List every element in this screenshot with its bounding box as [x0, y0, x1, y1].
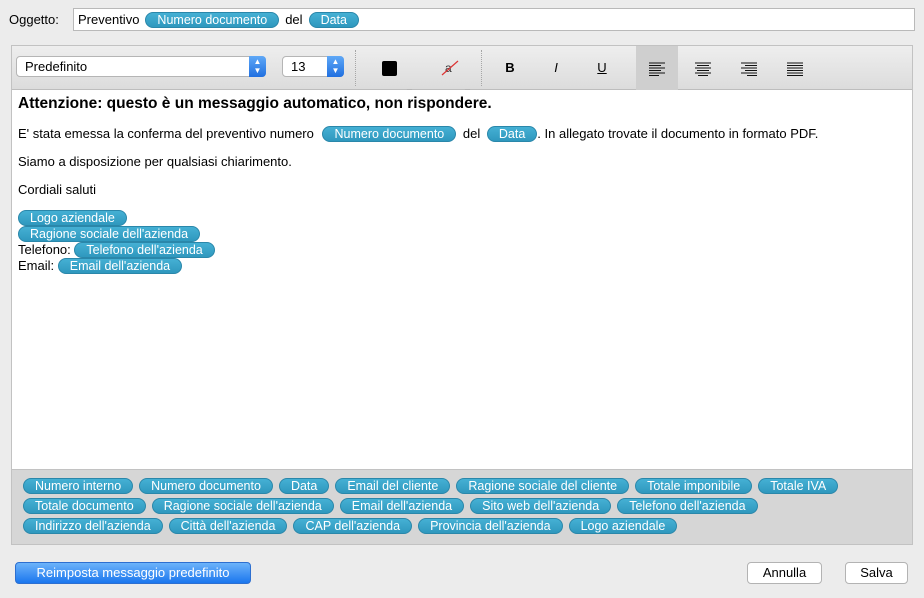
toolbar-separator: [481, 50, 482, 86]
placeholder-chip[interactable]: Totale IVA: [758, 478, 839, 494]
placeholder-chip[interactable]: Data: [278, 478, 330, 494]
subject-text-before: Preventivo: [78, 12, 140, 27]
align-justify-button[interactable]: [774, 46, 816, 90]
underline-button[interactable]: U: [581, 46, 623, 90]
underline-label: U: [597, 60, 607, 75]
placeholder-palette: Numero interno Numero documento Data Ema…: [12, 472, 912, 544]
placeholder-chip[interactable]: Totale documento: [23, 498, 146, 514]
cancel-button[interactable]: Annulla: [747, 562, 822, 584]
placeholder-chip[interactable]: Totale imponibile: [635, 478, 753, 494]
toolbar-separator: [355, 50, 356, 86]
text-color-button[interactable]: ▼: [369, 46, 419, 97]
sig-token-email[interactable]: Email dell'azienda: [57, 258, 183, 274]
font-family-stepper-icon: ▲ ▼: [249, 56, 266, 77]
align-left-button[interactable]: [636, 46, 678, 90]
placeholder-chip[interactable]: Telefono dell'azienda: [617, 498, 758, 514]
placeholder-chip[interactable]: Logo aziendale: [568, 518, 678, 534]
bold-button[interactable]: B: [489, 46, 531, 90]
reset-default-message-button[interactable]: Reimposta messaggio predefinito: [15, 562, 251, 584]
font-size-value: 13: [291, 59, 306, 74]
placeholder-chip[interactable]: Ragione sociale del cliente: [456, 478, 630, 494]
sig-email-label: Email:: [18, 258, 55, 273]
placeholder-chip[interactable]: Sito web dell'azienda: [470, 498, 612, 514]
italic-button[interactable]: I: [535, 46, 577, 90]
placeholder-chip[interactable]: Città dell'azienda: [168, 518, 288, 534]
align-justify-icon: [787, 62, 803, 76]
highlight-color-button[interactable]: a ▼: [426, 46, 476, 97]
placeholder-chip[interactable]: Email dell'azienda: [339, 498, 465, 514]
message-paragraph: Cordiali saluti: [18, 182, 97, 197]
sig-token-logo[interactable]: Logo aziendale: [18, 210, 127, 226]
message-heading: Attenzione: questo è un messaggio automa…: [18, 95, 492, 112]
align-center-icon: [695, 62, 711, 76]
message-paragraph: Siamo a disposizione per qualsiasi chiar…: [18, 154, 292, 169]
highlight-color-icon: a: [441, 60, 459, 76]
bold-label: B: [505, 60, 515, 75]
subject-text-middle: del: [285, 12, 303, 27]
placeholder-chip[interactable]: Numero documento: [139, 478, 273, 494]
subject-row: Oggetto: Preventivo Numero documento del…: [0, 0, 924, 40]
sig-phone-label: Telefono:: [18, 242, 71, 257]
placeholder-chip[interactable]: Indirizzo dell'azienda: [23, 518, 163, 534]
font-size-stepper-icon: ▲ ▼: [327, 56, 344, 77]
font-size-select[interactable]: 13 ▲ ▼: [282, 56, 344, 77]
save-button[interactable]: Salva: [845, 562, 908, 584]
placeholder-chip[interactable]: Email del cliente: [335, 478, 451, 494]
placeholder-chip[interactable]: Numero interno: [23, 478, 134, 494]
subject-field[interactable]: Preventivo Numero documento del Data: [73, 8, 915, 31]
placeholder-chip[interactable]: Provincia dell'azienda: [418, 518, 563, 534]
align-center-button[interactable]: [682, 46, 724, 90]
editor-frame: Predefinito ▲▼ 13 ▲▼ ▼ a ▼ B I U: [11, 45, 913, 545]
signature-block: Logo aziendale Ragione sociale dell'azie…: [18, 210, 906, 274]
align-right-button[interactable]: [728, 46, 770, 90]
message-text: E' stata emessa la conferma del preventi…: [18, 126, 314, 141]
svg-text:a: a: [445, 61, 452, 75]
placeholder-chip[interactable]: CAP dell'azienda: [293, 518, 413, 534]
message-text: . In allegato trovate il documento in fo…: [537, 126, 819, 141]
formatting-toolbar: Predefinito ▲▼ 13 ▲▼ ▼ a ▼ B I U: [12, 46, 912, 97]
message-paragraph: E' stata emessa la conferma del preventi…: [18, 125, 906, 142]
body-token-document-number[interactable]: Numero documento: [322, 126, 457, 142]
font-family-value: Predefinito: [25, 59, 88, 74]
text-color-swatch: [382, 61, 397, 76]
sig-token-company[interactable]: Ragione sociale dell'azienda: [18, 226, 201, 242]
message-text: del: [462, 126, 481, 141]
subject-token-document-number[interactable]: Numero documento: [145, 11, 280, 28]
sig-token-phone[interactable]: Telefono dell'azienda: [74, 242, 215, 258]
placeholder-chip[interactable]: Ragione sociale dell'azienda: [151, 498, 334, 514]
body-token-date[interactable]: Data: [486, 126, 538, 142]
message-body-editor[interactable]: Attenzione: questo è un messaggio automa…: [12, 90, 912, 470]
align-right-icon: [741, 62, 757, 76]
subject-token-date[interactable]: Data: [308, 11, 359, 28]
align-left-icon: [649, 62, 665, 76]
italic-label: I: [554, 60, 558, 75]
font-family-select[interactable]: Predefinito ▲ ▼: [16, 56, 266, 77]
subject-label: Oggetto:: [9, 12, 59, 27]
